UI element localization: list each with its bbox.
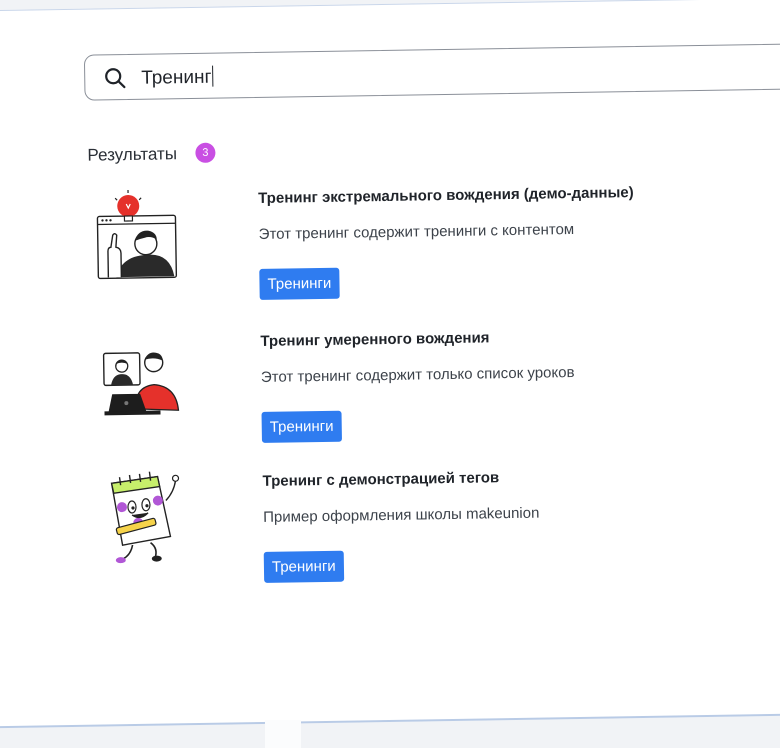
laptop-users-illustration <box>102 352 180 416</box>
result-title[interactable]: Тренинг с демонстрацией тегов <box>262 469 499 490</box>
result-item[interactable]: Тренинг умеренного вождения Этот тренинг… <box>90 318 732 463</box>
tag-button[interactable]: Тренинги <box>261 410 342 443</box>
tag-button[interactable]: Тренинги <box>259 267 340 300</box>
result-item[interactable]: Тренинг экстремального вождения (демо-да… <box>88 175 730 320</box>
tilted-page: Тренинг Результаты 3 Тренинг экстремальн… <box>0 0 780 748</box>
result-title[interactable]: Тренинг экстремального вождения (демо-да… <box>258 184 634 207</box>
search-input[interactable]: Тренинг <box>83 42 780 101</box>
search-input-value[interactable]: Тренинг <box>141 65 214 90</box>
background-strip <box>265 720 301 748</box>
results-count-badge: 3 <box>195 142 216 163</box>
calendar-mascot-illustration <box>110 471 180 564</box>
tag-button[interactable]: Тренинги <box>263 550 344 583</box>
result-description: Этот тренинг содержит только список урок… <box>260 364 575 386</box>
text-caret <box>212 65 214 87</box>
search-panel: Тренинг Результаты 3 Тренинг экстремальн… <box>0 0 780 729</box>
presenter-illustration <box>96 190 178 280</box>
result-title[interactable]: Тренинг умеренного вождения <box>260 329 489 350</box>
result-description: Этот тренинг содержит тренинги с контент… <box>258 221 575 243</box>
search-icon <box>105 68 126 89</box>
results-heading: Результаты <box>87 144 178 165</box>
result-description: Пример оформления школы makeunion <box>263 504 540 526</box>
result-item[interactable]: Тренинг с демонстрацией тегов Пример офо… <box>92 458 734 603</box>
